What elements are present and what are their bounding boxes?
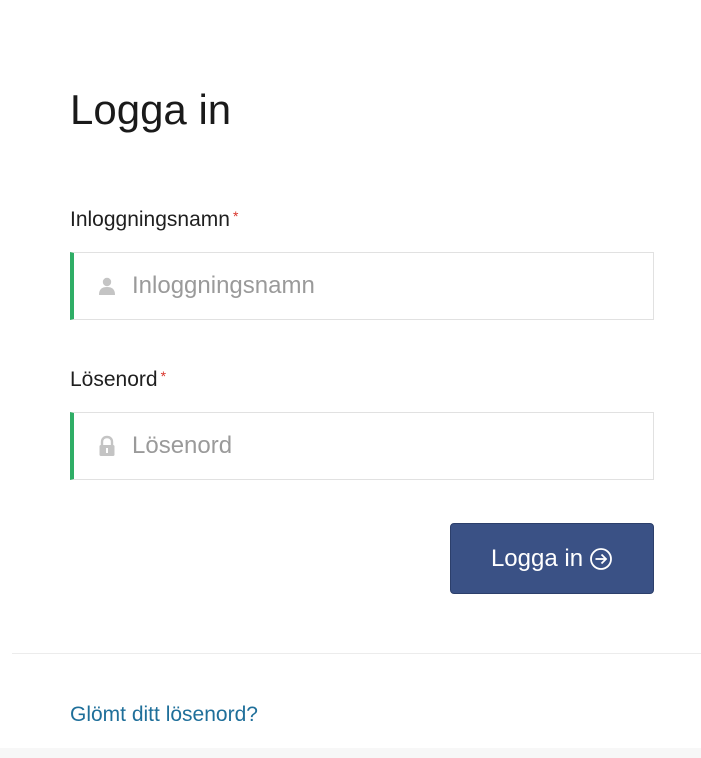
password-label-text: Lösenord [70, 368, 158, 391]
user-icon [96, 275, 118, 297]
lock-icon [96, 435, 118, 457]
username-label-text: Inloggningsnamn [70, 208, 230, 231]
password-label: Lösenord * [70, 367, 166, 393]
login-page: Logga in Inloggningsnamn* Lösenord* Logg… [0, 0, 701, 758]
login-button-label: Logga in [490, 544, 584, 572]
username-label: Inloggningsnamn * [70, 207, 238, 233]
username-input[interactable] [132, 253, 653, 319]
password-field[interactable] [70, 412, 654, 480]
required-marker: * [232, 208, 239, 224]
required-marker: * [160, 368, 167, 384]
login-button[interactable]: Logga in [450, 523, 654, 594]
arrow-circle-right-icon [589, 547, 613, 571]
footer-band [0, 748, 701, 758]
page-title: Logga in [70, 86, 232, 133]
forgot-password-link[interactable]: Glömt ditt lösenord? [70, 702, 258, 728]
password-input[interactable] [132, 413, 653, 479]
divider [12, 653, 701, 654]
username-field[interactable] [70, 252, 654, 320]
